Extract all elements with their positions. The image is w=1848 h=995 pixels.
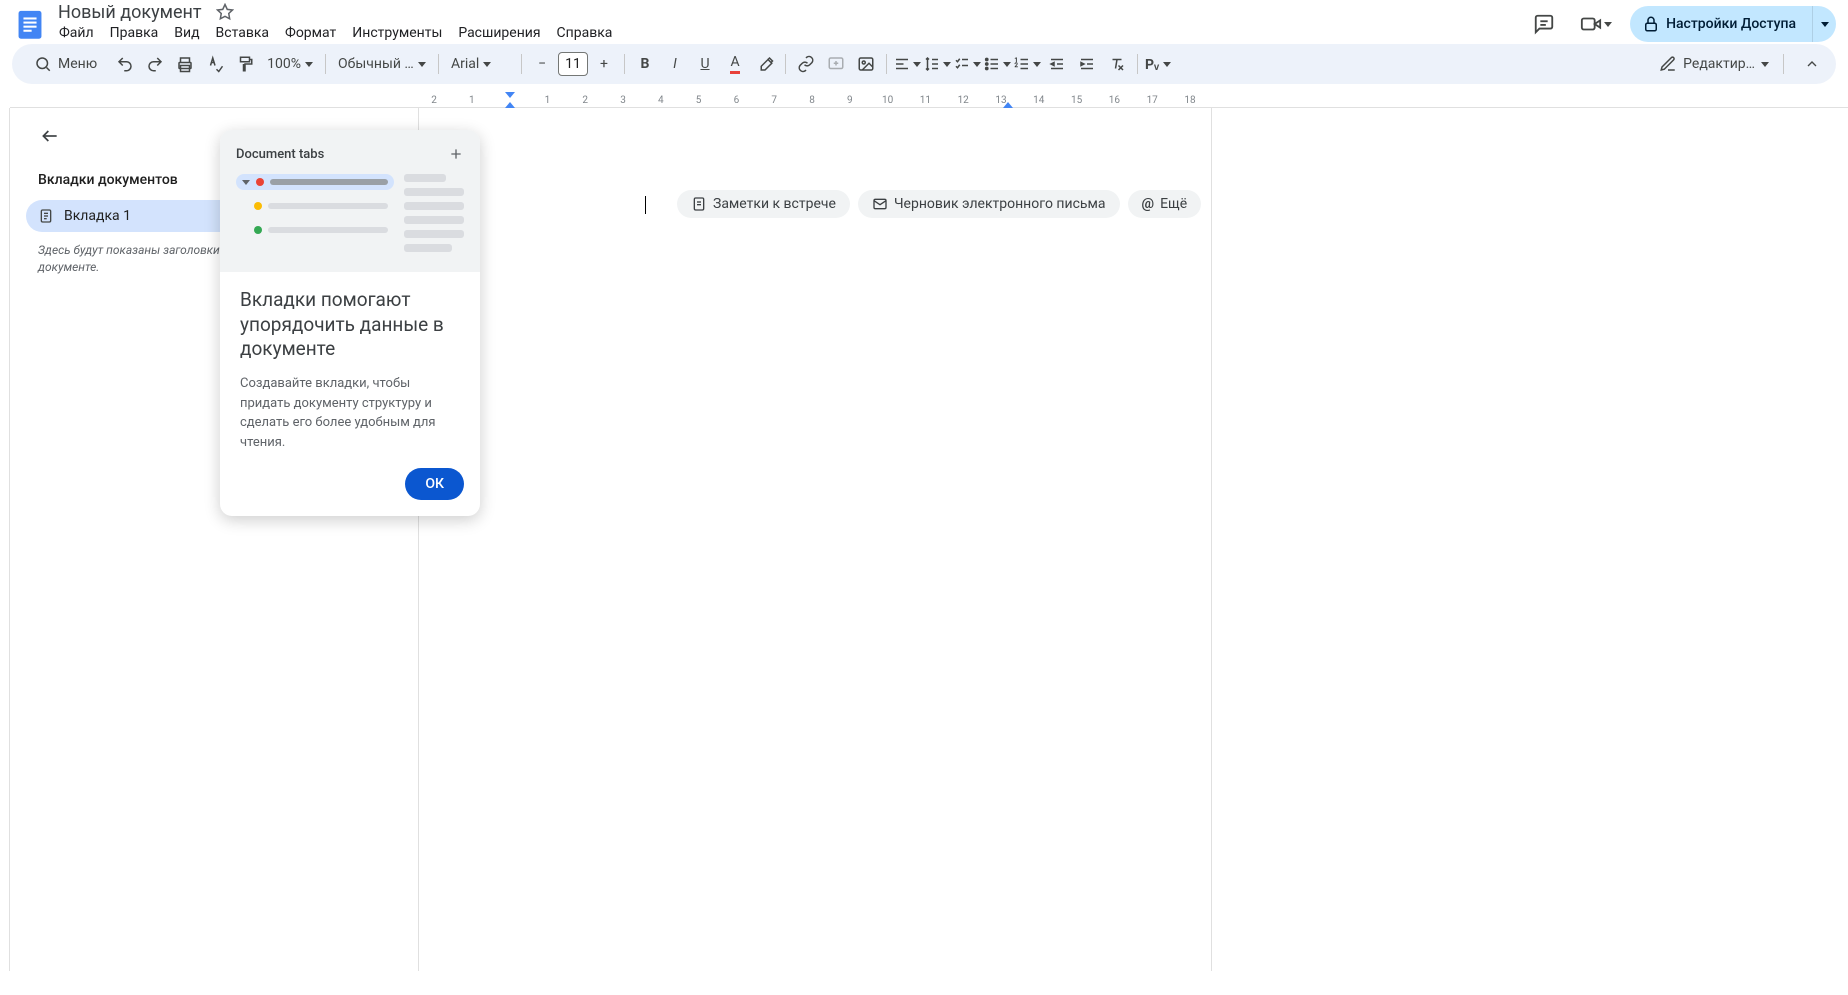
bullet-list-icon[interactable]: [983, 50, 1011, 78]
ruler-label: 18: [1184, 95, 1195, 106]
menu-tools[interactable]: Инструменты: [345, 23, 449, 43]
font-size-decrease[interactable]: −: [528, 50, 556, 78]
tab-label: Вкладка 1: [64, 208, 216, 224]
ruler-label: 8: [809, 95, 815, 106]
clear-format-icon[interactable]: [1103, 50, 1131, 78]
ruler-label: 17: [1147, 95, 1158, 106]
menu-insert[interactable]: Вставка: [209, 23, 276, 43]
style-dropdown[interactable]: Обычный …: [332, 50, 432, 78]
ruler-label: 12: [958, 95, 969, 106]
align-icon[interactable]: [893, 50, 921, 78]
menu-help[interactable]: Справка: [550, 23, 620, 43]
menu-edit[interactable]: Правка: [103, 23, 166, 43]
vertical-ruler[interactable]: [0, 108, 10, 971]
docs-logo[interactable]: [12, 6, 48, 42]
chip-email-draft[interactable]: Черновик электронного письма: [858, 190, 1120, 218]
redo-icon[interactable]: [141, 50, 169, 78]
font-size-increase[interactable]: +: [590, 50, 618, 78]
image-icon[interactable]: [852, 50, 880, 78]
chip-meeting-notes[interactable]: Заметки к встрече: [677, 190, 850, 218]
chip-more[interactable]: @ Ещё: [1128, 190, 1202, 218]
ruler-label: 2: [431, 95, 437, 106]
indent-increase-icon[interactable]: [1073, 50, 1101, 78]
ruler-label: 15: [1071, 95, 1082, 106]
document-page[interactable]: Заметки к встрече Черновик электронного …: [418, 108, 1212, 971]
star-icon[interactable]: [216, 3, 234, 21]
indent-decrease-icon[interactable]: [1043, 50, 1071, 78]
zoom-dropdown[interactable]: 100%: [261, 50, 319, 78]
callout-illustration: [236, 174, 464, 252]
ruler-label: 4: [658, 95, 664, 106]
toolbar-search[interactable]: Меню: [22, 49, 109, 79]
callout-head-title: Document tabs: [236, 147, 324, 162]
menu-format[interactable]: Формат: [278, 23, 343, 43]
share-label: Настройки Доступа: [1666, 16, 1796, 32]
line-spacing-icon[interactable]: [923, 50, 951, 78]
share-dropdown[interactable]: [1812, 6, 1836, 42]
numbered-list-icon[interactable]: 12: [1013, 50, 1041, 78]
ruler-label: 9: [847, 95, 853, 106]
callout-title: Вкладки помогают упорядочить данные в до…: [240, 288, 460, 362]
ruler-label: 16: [1109, 95, 1120, 106]
svg-text:2: 2: [1015, 62, 1019, 69]
video-call-button[interactable]: [1574, 6, 1618, 42]
print-icon[interactable]: [171, 50, 199, 78]
menu-extensions[interactable]: Расширения: [451, 23, 547, 43]
ruler-label: 6: [734, 95, 740, 106]
italic-icon[interactable]: I: [661, 50, 689, 78]
document-canvas[interactable]: Заметки к встрече Черновик электронного …: [270, 108, 1848, 971]
highlight-icon[interactable]: [751, 50, 779, 78]
menu-file[interactable]: Файл: [52, 23, 101, 43]
ruler-label: 13: [995, 95, 1006, 106]
toolbar-search-label: Меню: [58, 56, 97, 72]
editing-mode-dropdown[interactable]: Редактир…: [1651, 50, 1777, 78]
link-icon[interactable]: [792, 50, 820, 78]
paint-format-icon[interactable]: [231, 50, 259, 78]
ruler-label: 7: [771, 95, 777, 106]
ruler-label: 10: [882, 95, 893, 106]
callout-ok-button[interactable]: ОК: [405, 468, 464, 500]
menu-view[interactable]: Вид: [167, 23, 206, 43]
callout-description: Создавайте вкладки, чтобы придать докуме…: [240, 374, 460, 452]
sidebar-title: Вкладки документов: [38, 172, 178, 188]
undo-icon[interactable]: [111, 50, 139, 78]
tabs-intro-callout: Document tabs Вкладки помогают упорядочи…: [220, 130, 480, 516]
callout-add-icon[interactable]: [448, 146, 464, 162]
ruler-label: 5: [696, 95, 702, 106]
bold-icon[interactable]: B: [631, 50, 659, 78]
sidebar-back-icon[interactable]: [34, 120, 66, 152]
horizontal-ruler[interactable]: 21123456789101112131415161718: [10, 92, 1848, 108]
comment-icon[interactable]: [822, 50, 850, 78]
share-button[interactable]: Настройки Доступа: [1630, 6, 1812, 42]
text-cursor: [645, 196, 646, 214]
font-dropdown[interactable]: Arial: [445, 50, 515, 78]
editing-mode-label: Редактир…: [1683, 56, 1755, 72]
pen-tool-icon[interactable]: Pᵥ: [1144, 50, 1172, 78]
collapse-toolbar-icon[interactable]: [1798, 50, 1826, 78]
underline-icon[interactable]: U: [691, 50, 719, 78]
ruler-label: 14: [1033, 95, 1044, 106]
checklist-icon[interactable]: [953, 50, 981, 78]
tab-doc-icon: [38, 208, 54, 224]
ruler-label: 1: [545, 95, 551, 106]
ruler-label: 2: [582, 95, 588, 106]
ruler-label: 3: [620, 95, 626, 106]
doc-title[interactable]: Новый документ: [52, 0, 208, 25]
comments-icon[interactable]: [1526, 6, 1562, 42]
ruler-label: 1: [469, 95, 475, 106]
spellcheck-icon[interactable]: [201, 50, 229, 78]
font-size-input[interactable]: [558, 52, 588, 76]
ruler-label: 11: [920, 95, 931, 106]
text-color-icon[interactable]: A: [721, 50, 749, 78]
